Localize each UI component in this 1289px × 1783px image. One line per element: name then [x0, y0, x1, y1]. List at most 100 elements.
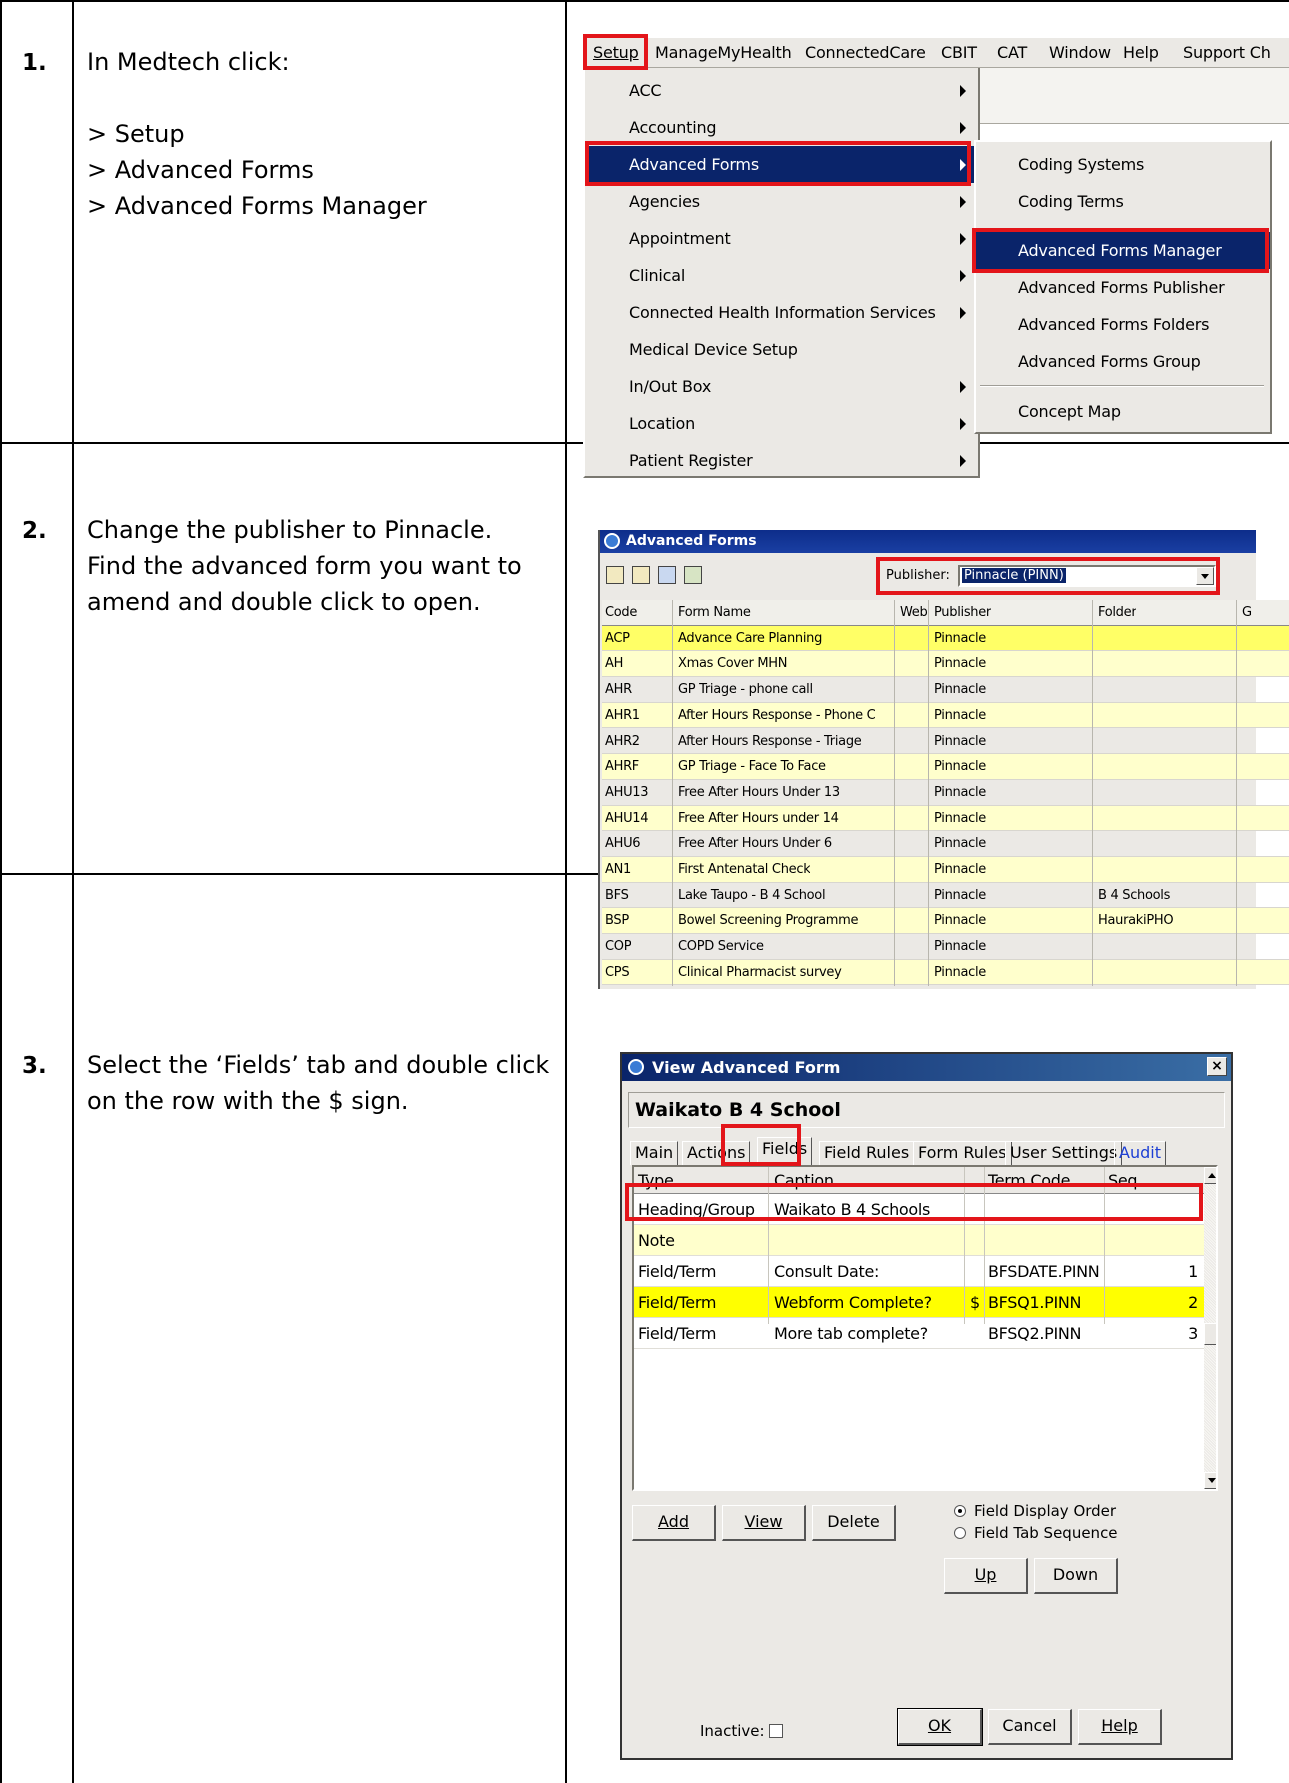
table-row[interactable]: BFS Lake Taupo - B 4 School Pinnacle B 4 Sc…: [602, 883, 1289, 909]
table-row[interactable]: AH Xmas Cover MHN Pinnacle: [602, 651, 1289, 678]
cancel-button[interactable]: Cancel: [988, 1709, 1072, 1745]
column-header-caption[interactable]: Caption: [774, 1171, 834, 1190]
submenu-item-concept-map[interactable]: Concept Map: [976, 393, 1270, 430]
column-header-term-code[interactable]: Term Code: [988, 1171, 1070, 1190]
column-header-publisher[interactable]: Publisher: [934, 605, 991, 620]
submenu-arrow-icon: [960, 381, 966, 393]
submenu-item-advanced-forms-publisher[interactable]: Advanced Forms Publisher: [976, 269, 1270, 306]
checkbox-icon[interactable]: [768, 1724, 783, 1738]
submenu-item-advanced-forms-manager[interactable]: Advanced Forms Manager: [976, 232, 1270, 269]
menu-item-location[interactable]: Location: [585, 405, 978, 442]
scroll-up-icon[interactable]: [1204, 1167, 1216, 1184]
column-header-form-name[interactable]: Form Name: [678, 605, 751, 620]
menu-item-acc[interactable]: ACC: [585, 72, 978, 109]
column-header-folder[interactable]: Folder: [1098, 605, 1136, 620]
tab-form-rules[interactable]: Form Rules: [913, 1141, 1012, 1165]
cell-form-name: Free After Hours under 14: [678, 810, 839, 826]
tab-user-settings[interactable]: User Settings: [1005, 1141, 1123, 1165]
export-form-icon[interactable]: [684, 566, 702, 584]
menu-item-label: Advanced Forms: [629, 155, 759, 174]
cell-publisher: Pinnacle: [934, 707, 986, 723]
table-row[interactable]: ACP Advance Care Planning Pinnacle: [602, 625, 1289, 652]
menu-item-patient-register[interactable]: Patient Register: [585, 442, 978, 479]
up-button[interactable]: Up: [944, 1558, 1028, 1594]
table-row[interactable]: Field/Term More tab complete? BFSQ2.PINN…: [634, 1318, 1204, 1349]
menu-managemyhealth[interactable]: ManageMyHealth: [655, 43, 792, 62]
menu-item-appointment[interactable]: Appointment: [585, 220, 978, 257]
column-header-web[interactable]: Web: [900, 605, 927, 620]
tab-fields[interactable]: Fields: [757, 1137, 813, 1166]
submenu-item-advanced-forms-group[interactable]: Advanced Forms Group: [976, 343, 1270, 380]
column-divider: [894, 600, 895, 986]
close-icon[interactable]: ×: [1207, 1057, 1227, 1076]
field-tab-sequence-radio[interactable]: Field Tab Sequence: [954, 1524, 1118, 1542]
down-button[interactable]: Down: [1034, 1558, 1118, 1594]
submenu-arrow-icon: [960, 196, 966, 208]
ok-button[interactable]: OK: [897, 1708, 983, 1746]
add-button[interactable]: Add: [632, 1505, 716, 1541]
menu-item-agencies[interactable]: Agencies: [585, 183, 978, 220]
table-row[interactable]: AN1 First Antenatal Check Pinnacle: [602, 857, 1289, 883]
menu-item-advanced-forms[interactable]: Advanced Forms: [585, 146, 978, 183]
cell-form-name: GP Triage - phone call: [678, 682, 813, 698]
table-row[interactable]: COP COPD Service Pinnacle: [602, 934, 1289, 960]
table-row[interactable]: Field/Term Consult Date: BFSDATE.PINN 1: [634, 1256, 1204, 1287]
tab-actions[interactable]: Actions: [682, 1141, 751, 1165]
cell-form-name: Bowel Screening Programme: [678, 913, 859, 929]
scroll-down-icon[interactable]: [1204, 1472, 1216, 1489]
scrollbar-thumb[interactable]: [1204, 1323, 1216, 1345]
menu-item-medical-device-setup[interactable]: Medical Device Setup: [585, 331, 978, 368]
submenu-item-coding-terms[interactable]: Coding Terms: [976, 183, 1270, 220]
submenu-item-coding-systems[interactable]: Coding Systems: [976, 146, 1270, 183]
copy-form-icon[interactable]: [632, 566, 650, 584]
table-row[interactable]: AHRF GP Triage - Face To Face Pinnacle: [602, 754, 1289, 780]
table-row[interactable]: AHU6 Free After Hours Under 6 Pinnacle: [602, 831, 1289, 857]
menu-help[interactable]: Help: [1123, 43, 1159, 62]
menu-item-label: Location: [629, 414, 696, 433]
menu-item-inout-box[interactable]: In/Out Box: [585, 368, 978, 405]
submenu-item-advanced-forms-folders[interactable]: Advanced Forms Folders: [976, 306, 1270, 343]
menu-connectedcare[interactable]: ConnectedCare: [805, 43, 926, 62]
help-button[interactable]: Help: [1078, 1709, 1162, 1745]
column-header-group[interactable]: G: [1242, 605, 1252, 620]
tab-main[interactable]: Main: [630, 1141, 679, 1165]
menu-cbit[interactable]: CBIT: [941, 43, 977, 62]
form-name-panel: Waikato B 4 School: [628, 1092, 1225, 1128]
table-row[interactable]: Heading/Group Waikato B 4 Schools: [634, 1194, 1204, 1225]
field-display-order-radio[interactable]: Field Display Order: [954, 1502, 1116, 1520]
menu-item-connected-health[interactable]: Connected Health Information Services: [585, 294, 978, 331]
view-button[interactable]: View: [722, 1505, 806, 1541]
table-row[interactable]: BSP Bowel Screening Programme Pinnacle Haur…: [602, 908, 1289, 935]
table-row-dollar[interactable]: Field/Term Webform Complete? $ BFSQ1.PIN…: [634, 1287, 1204, 1318]
tab-field-rules[interactable]: Field Rules: [819, 1141, 915, 1165]
new-form-icon[interactable]: [606, 566, 624, 584]
table-row[interactable]: Note: [634, 1225, 1204, 1256]
column-divider: [984, 1167, 985, 1324]
publisher-select[interactable]: Pinnacle (PINN): [958, 565, 1216, 587]
inactive-checkbox[interactable]: Inactive:: [700, 1722, 783, 1740]
menu-item-clinical[interactable]: Clinical: [585, 257, 978, 294]
table-row[interactable]: AHR1 After Hours Response - Phone C Pinnac…: [602, 702, 1289, 729]
menu-support[interactable]: Support Ch: [1183, 43, 1271, 62]
forms-grid: Code Form Name Web Publisher Folder G AC…: [602, 600, 1289, 990]
table-row[interactable]: AHR2 After Hours Response - Triage Pinnacl…: [602, 729, 1289, 755]
menu-setup[interactable]: Setup: [593, 43, 639, 62]
menu-window[interactable]: Window: [1049, 43, 1111, 62]
chevron-down-icon[interactable]: [1196, 567, 1214, 585]
column-header-type[interactable]: Type: [638, 1171, 674, 1190]
vertical-scrollbar[interactable]: [1204, 1167, 1216, 1489]
menu-item-label: Appointment: [629, 229, 731, 248]
column-header-seq[interactable]: Seq: [1108, 1171, 1138, 1190]
cell-form-name: First Antenatal Check: [678, 862, 811, 877]
menu-item-accounting[interactable]: Accounting: [585, 109, 978, 146]
table-row[interactable]: CPS Clinical Pharmacist survey Pinnacle: [602, 959, 1289, 986]
table-row[interactable]: AHU13 Free After Hours Under 13 Pinnacle: [602, 780, 1289, 806]
delete-button[interactable]: Delete: [812, 1505, 896, 1541]
table-row[interactable]: AHU14 Free After Hours under 14 Pinnacle: [602, 805, 1289, 832]
tab-audit[interactable]: Audit: [1114, 1141, 1166, 1165]
table-row[interactable]: AHR GP Triage - phone call Pinnacle: [602, 677, 1289, 703]
import-form-icon[interactable]: [658, 566, 676, 584]
column-header-code[interactable]: Code: [605, 605, 637, 620]
menu-cat[interactable]: CAT: [997, 43, 1027, 62]
cell-caption: Consult Date:: [774, 1262, 880, 1281]
